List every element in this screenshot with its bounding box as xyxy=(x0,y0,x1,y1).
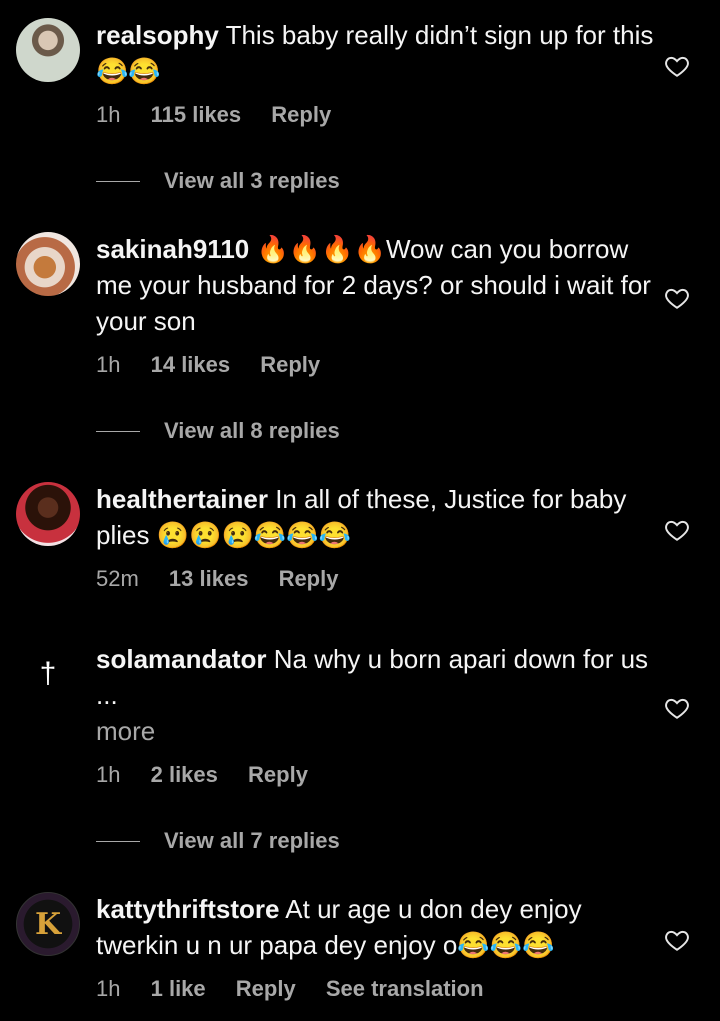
comment-time: 1h xyxy=(96,976,121,1001)
view-replies-label: View all 3 replies xyxy=(164,168,340,193)
comment-time: 1h xyxy=(96,762,121,787)
comment-body: solamandator Na why u born apari down fo… xyxy=(96,641,656,749)
avatar[interactable]: † xyxy=(16,642,80,706)
likes-count[interactable]: 115 likes xyxy=(151,102,242,127)
more-link[interactable]: more xyxy=(96,716,155,746)
likes-count[interactable]: 2 likes xyxy=(151,762,218,787)
comment-body: healthertainer In all of these, Justice … xyxy=(96,481,656,553)
view-replies-label: View all 8 replies xyxy=(164,418,340,443)
avatar[interactable] xyxy=(16,232,80,296)
comment-body: realsophy This baby really didn’t sign u… xyxy=(96,17,656,89)
comment-meta: 52m 13 likes Reply xyxy=(96,566,362,592)
reply-button[interactable]: Reply xyxy=(260,352,320,377)
view-replies-button[interactable]: View all 8 replies xyxy=(96,418,340,444)
comment-username[interactable]: sakinah9110 xyxy=(96,234,249,264)
reply-button[interactable]: Reply xyxy=(279,566,339,591)
view-replies-button[interactable]: View all 7 replies xyxy=(96,828,340,854)
heart-icon[interactable] xyxy=(664,695,690,721)
logo-letter: K xyxy=(34,906,62,942)
avatar[interactable]: K xyxy=(16,892,80,956)
comment-time: 1h xyxy=(96,352,121,377)
comment-body: sakinah9110 🔥🔥🔥🔥Wow can you borrow me yo… xyxy=(96,231,656,339)
comment-meta: 1h 14 likes Reply xyxy=(96,352,344,378)
comment-meta: 1h 1 like Reply See translation xyxy=(96,976,508,1002)
reply-button[interactable]: Reply xyxy=(271,102,331,127)
reply-button[interactable]: Reply xyxy=(248,762,308,787)
comment-time: 1h xyxy=(96,102,121,127)
comment-body: kattythriftstore At ur age u don dey enj… xyxy=(96,891,656,963)
comment-username[interactable]: realsophy xyxy=(96,20,219,50)
comment-meta: 1h 115 likes Reply xyxy=(96,102,355,128)
comment-username[interactable]: solamandator xyxy=(96,644,267,674)
comment-username[interactable]: kattythriftstore xyxy=(96,894,279,924)
avatar[interactable] xyxy=(16,18,80,82)
cross-icon: † xyxy=(39,657,57,690)
avatar[interactable] xyxy=(16,482,80,546)
replies-divider xyxy=(96,430,140,432)
view-replies-label: View all 7 replies xyxy=(164,828,340,853)
heart-icon[interactable] xyxy=(664,517,690,543)
comment-time: 52m xyxy=(96,566,139,591)
heart-icon[interactable] xyxy=(664,285,690,311)
replies-divider xyxy=(96,180,140,182)
view-replies-button[interactable]: View all 3 replies xyxy=(96,168,340,194)
likes-count[interactable]: 1 like xyxy=(151,976,206,1001)
replies-divider xyxy=(96,840,140,842)
likes-count[interactable]: 13 likes xyxy=(169,566,249,591)
heart-icon[interactable] xyxy=(664,53,690,79)
comment-username[interactable]: healthertainer xyxy=(96,484,268,514)
reply-button[interactable]: Reply xyxy=(236,976,296,1001)
heart-icon[interactable] xyxy=(664,927,690,953)
likes-count[interactable]: 14 likes xyxy=(151,352,231,377)
see-translation-button[interactable]: See translation xyxy=(326,976,484,1001)
comment-meta: 1h 2 likes Reply xyxy=(96,762,332,788)
